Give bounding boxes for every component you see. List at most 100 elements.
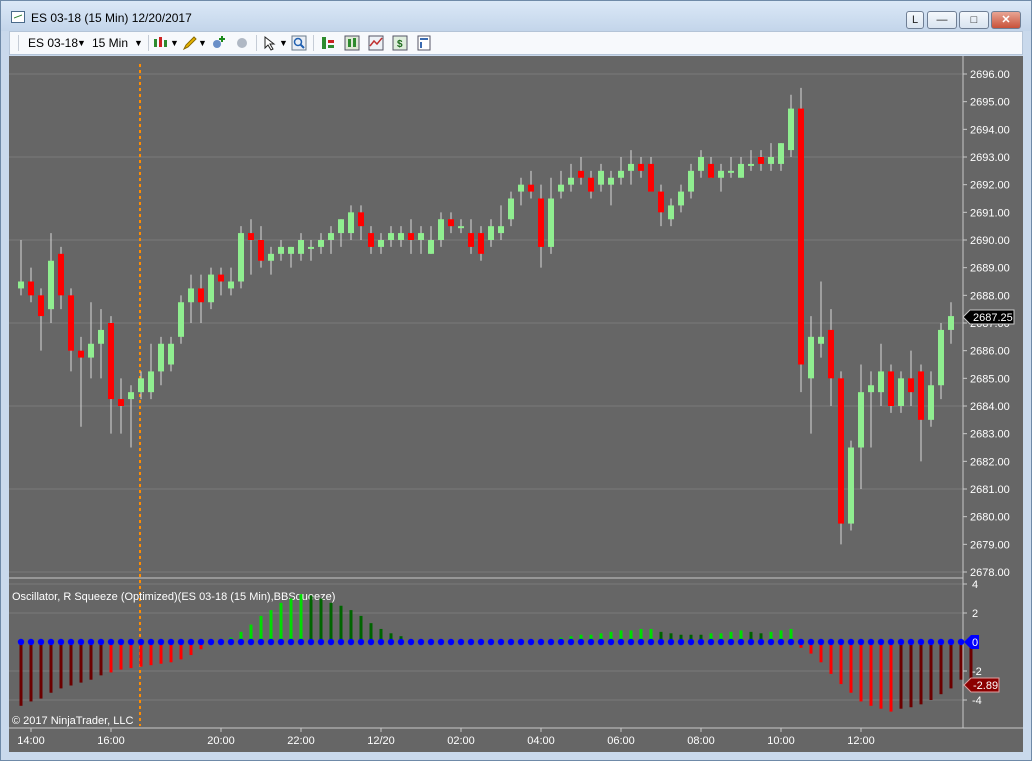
candle [198, 274, 204, 323]
squeeze-dot [657, 638, 665, 646]
oscillator-bar [279, 602, 283, 642]
strategies-icon[interactable]: $ [392, 35, 408, 51]
squeeze-dot [247, 638, 255, 646]
candle-body [358, 212, 364, 227]
candle-body [758, 157, 764, 164]
squeeze-dot [627, 638, 635, 646]
squeeze-dot [777, 638, 785, 646]
time-tick-label: 04:00 [527, 735, 555, 747]
candle [638, 157, 644, 178]
candle [938, 323, 944, 400]
candle-body [728, 170, 734, 173]
interval-selector[interactable]: 15 Min [92, 36, 128, 50]
time-axis[interactable]: 14:00 16:00 20:00 22:00 12/20 02:00 04:00 06:00… [17, 728, 875, 747]
candle [528, 170, 534, 199]
candle-body [858, 392, 864, 448]
chevron-down-icon[interactable]: ▼ [170, 38, 179, 48]
data-series-icon[interactable] [344, 35, 360, 51]
candle-body [698, 157, 704, 171]
candle-body [238, 233, 244, 282]
add-indicator-icon[interactable] [210, 35, 226, 51]
title-bar[interactable]: ES 03-18 (15 Min) 12/20/2017 L — □ ✕ [1, 1, 1031, 31]
squeeze-dot [847, 638, 855, 646]
squeeze-dot [187, 638, 195, 646]
squeeze-dot [907, 638, 915, 646]
chart-canvas[interactable]: 2696.00 2695.00 2694.00 2693.00 2692.00 2691.… [9, 56, 1023, 752]
candle [698, 150, 704, 178]
candle [148, 343, 154, 400]
indicator-label: Oscillator, R Squeeze (Optimized)(ES 03-… [12, 591, 335, 603]
candle-body [928, 385, 934, 420]
oscillator-bar [19, 642, 23, 706]
candle-body [398, 233, 404, 240]
oscillator-last-marker: -2.89 [963, 677, 1000, 693]
squeeze-dot [537, 638, 545, 646]
chart-panel[interactable]: 2696.00 2695.00 2694.00 2693.00 2692.00 2691.… [9, 56, 1023, 752]
candle [218, 267, 224, 296]
link-button[interactable]: L [906, 11, 924, 29]
squeeze-dot [727, 638, 735, 646]
oscillator-bar [909, 642, 913, 708]
chevron-down-icon[interactable]: ▼ [279, 38, 288, 48]
candle [348, 205, 354, 240]
window-title: ES 03-18 (15 Min) 12/20/2017 [31, 11, 192, 25]
candle-body [498, 226, 504, 234]
chevron-down-icon[interactable]: ▼ [198, 38, 207, 48]
candle [268, 246, 274, 275]
price-tick-label: 2690.00 [970, 235, 1010, 247]
squeeze-dot [787, 638, 795, 646]
squeeze-dot [157, 638, 165, 646]
oscillator-bar [959, 642, 963, 680]
candle-body [38, 295, 44, 317]
candle-body [228, 281, 234, 289]
oscillator-tick-label: -2 [972, 666, 982, 678]
squeeze-dot [667, 638, 675, 646]
squeeze-dot [47, 638, 55, 646]
oscillator-bar [339, 605, 343, 642]
squeeze-dot [597, 638, 605, 646]
indicators-icon[interactable] [368, 35, 384, 51]
squeeze-dot [257, 638, 265, 646]
squeeze-dot [327, 638, 335, 646]
candle-body [138, 378, 144, 393]
squeeze-dot [377, 638, 385, 646]
chevron-down-icon[interactable]: ▼ [134, 38, 143, 48]
squeeze-dot [607, 638, 615, 646]
candle [58, 246, 64, 310]
instrument-selector[interactable]: ES 03-18 [28, 36, 78, 50]
candle [498, 205, 504, 240]
squeeze-dot [897, 638, 905, 646]
pencil-icon[interactable] [182, 35, 198, 51]
squeeze-dot [237, 638, 245, 646]
squeeze-dot [397, 638, 405, 646]
squeeze-dot [177, 638, 185, 646]
close-button[interactable]: ✕ [991, 11, 1021, 29]
minimize-button[interactable]: — [927, 11, 957, 29]
cursor-icon[interactable] [262, 35, 278, 51]
maximize-button[interactable]: □ [959, 11, 989, 29]
chart-trader-icon[interactable] [320, 35, 336, 51]
candle-body [678, 191, 684, 206]
candle-body [308, 246, 314, 249]
candle [688, 163, 694, 199]
candle-body [778, 143, 784, 164]
oscillator-bar [889, 642, 893, 712]
candle-body [798, 108, 804, 365]
candle-body [48, 260, 54, 310]
candle-body [658, 191, 664, 213]
candle-body [598, 170, 604, 185]
candle-body [738, 163, 744, 178]
oscillator-bar [359, 615, 363, 642]
candle [28, 267, 34, 303]
chart-style-icon[interactable] [153, 35, 169, 51]
candle [758, 150, 764, 171]
properties-icon[interactable] [416, 35, 432, 51]
candle-body [688, 170, 694, 192]
candle-body [478, 233, 484, 254]
time-tick-label: 06:00 [607, 735, 635, 747]
chevron-down-icon[interactable]: ▼ [77, 38, 86, 48]
strategy-icon[interactable] [234, 35, 250, 51]
candle-body [408, 233, 414, 240]
zoom-icon[interactable] [291, 35, 307, 51]
candle [548, 177, 554, 254]
